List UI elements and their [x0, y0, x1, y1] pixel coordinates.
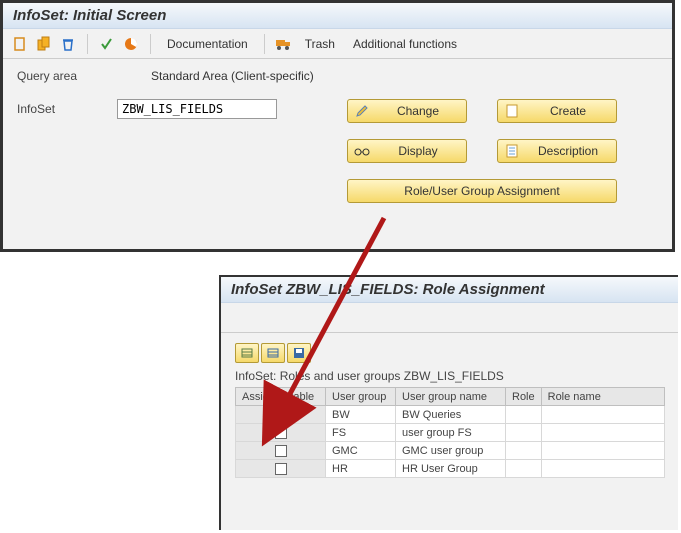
glasses-icon — [354, 143, 370, 159]
additional-functions-link[interactable]: Additional functions — [347, 37, 463, 51]
checkbox-icon[interactable] — [275, 409, 287, 421]
col-rolename[interactable]: Role name — [541, 388, 664, 406]
usergroup-cell: GMC — [326, 442, 396, 460]
separator — [87, 34, 88, 54]
usergroup-cell: HR — [326, 460, 396, 478]
infoset-input[interactable] — [117, 99, 277, 119]
description-button[interactable]: Description — [497, 139, 617, 163]
table-row[interactable]: FSuser group FS — [236, 424, 665, 442]
table-header-row: Assigned table User group User group nam… — [236, 388, 665, 406]
change-button[interactable]: Change — [347, 99, 467, 123]
sub-body: InfoSet: Roles and user groups ZBW_LIS_F… — [221, 333, 678, 488]
select-all-button[interactable] — [235, 343, 259, 363]
assigned-cell[interactable] — [236, 460, 326, 478]
description-button-label: Description — [526, 144, 610, 158]
delete-icon[interactable] — [59, 35, 77, 53]
page-title: InfoSet: Initial Screen — [13, 7, 166, 24]
infoset-initial-screen: InfoSet: Initial Screen Documentation Tr… — [0, 0, 675, 252]
copy-icon[interactable] — [35, 35, 53, 53]
checkbox-icon[interactable] — [275, 463, 287, 475]
pencil-icon — [354, 103, 370, 119]
role-cell — [506, 460, 542, 478]
role-assignment-button[interactable]: Role/User Group Assignment — [347, 179, 617, 203]
assigned-cell[interactable] — [236, 442, 326, 460]
check-icon[interactable] — [98, 35, 116, 53]
create-button-label: Create — [526, 104, 610, 118]
deselect-all-button[interactable] — [261, 343, 285, 363]
change-button-label: Change — [376, 104, 460, 118]
save-button[interactable] — [287, 343, 311, 363]
usergroupname-cell: user group FS — [396, 424, 506, 442]
table-row[interactable]: HRHR User Group — [236, 460, 665, 478]
usergroup-cell: FS — [326, 424, 396, 442]
assignment-table: Assigned table User group User group nam… — [235, 387, 665, 478]
title-bar: InfoSet: Initial Screen — [3, 3, 672, 29]
col-role[interactable]: Role — [506, 388, 542, 406]
create-button[interactable]: Create — [497, 99, 617, 123]
body-area: Query area Standard Area (Client-specifi… — [3, 59, 672, 213]
rolename-cell — [541, 424, 664, 442]
rolename-cell — [541, 406, 664, 424]
query-area-label: Query area — [17, 69, 117, 83]
col-ugname[interactable]: User group name — [396, 388, 506, 406]
table-row[interactable]: BWBW Queries — [236, 406, 665, 424]
display-button[interactable]: Display — [347, 139, 467, 163]
checkbox-icon[interactable] — [275, 445, 287, 457]
table-row[interactable]: GMCGMC user group — [236, 442, 665, 460]
rolename-cell — [541, 442, 664, 460]
doc-icon — [504, 143, 520, 159]
main-toolbar: Documentation Trash Additional functions — [3, 29, 672, 59]
query-area-row: Query area Standard Area (Client-specifi… — [17, 69, 658, 83]
infoset-label: InfoSet — [17, 99, 117, 116]
role-cell — [506, 424, 542, 442]
separator — [264, 34, 265, 54]
usergroupname-cell: HR User Group — [396, 460, 506, 478]
role-assignment-window: InfoSet ZBW_LIS_FIELDS: Role Assignment … — [219, 275, 678, 530]
assigned-cell[interactable] — [236, 424, 326, 442]
query-area-value: Standard Area (Client-specific) — [151, 69, 314, 83]
truck-icon[interactable] — [275, 35, 293, 53]
trash-link[interactable]: Trash — [299, 37, 341, 51]
page-icon — [504, 103, 520, 119]
role-cell — [506, 406, 542, 424]
sub-toolbar-spacer — [221, 303, 678, 333]
usergroupname-cell: GMC user group — [396, 442, 506, 460]
role-cell — [506, 442, 542, 460]
col-assigned[interactable]: Assigned table — [236, 388, 326, 406]
button-grid: Change Create Display — [347, 99, 617, 203]
role-assignment-button-label: Role/User Group Assignment — [354, 184, 610, 198]
documentation-link[interactable]: Documentation — [161, 37, 254, 51]
usergroup-cell: BW — [326, 406, 396, 424]
mini-toolbar — [235, 343, 664, 363]
pie-icon[interactable] — [122, 35, 140, 53]
display-button-label: Display — [376, 144, 460, 158]
sub-window-title: InfoSet ZBW_LIS_FIELDS: Role Assignment — [221, 277, 678, 303]
col-usergroup[interactable]: User group — [326, 388, 396, 406]
table-caption: InfoSet: Roles and user groups ZBW_LIS_F… — [235, 369, 664, 383]
create-icon[interactable] — [11, 35, 29, 53]
rolename-cell — [541, 460, 664, 478]
usergroupname-cell: BW Queries — [396, 406, 506, 424]
assigned-cell[interactable] — [236, 406, 326, 424]
checkbox-icon[interactable] — [275, 427, 287, 439]
separator — [150, 34, 151, 54]
infoset-row: InfoSet Change Create — [17, 99, 658, 203]
